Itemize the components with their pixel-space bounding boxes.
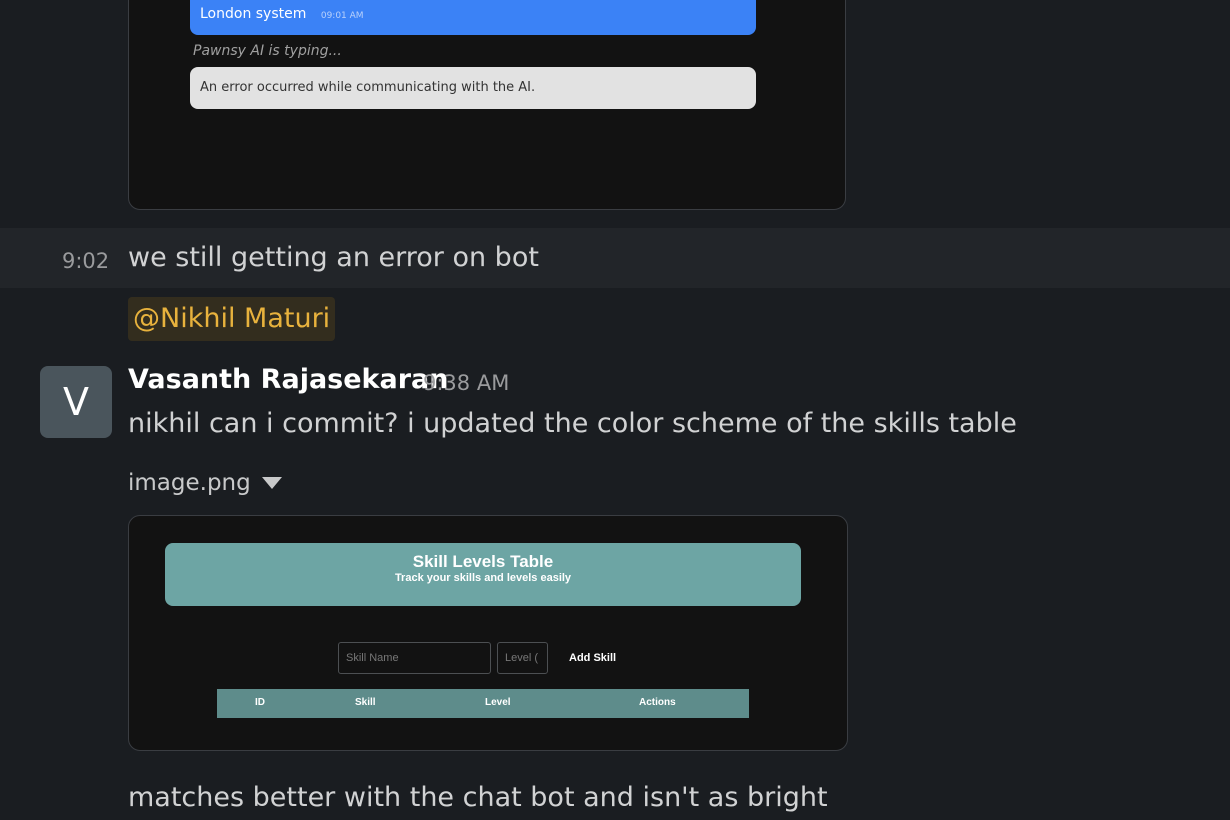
bubble-timestamp: 09:01 AM: [320, 11, 364, 21]
user-mention[interactable]: @Nikhil Maturi: [128, 297, 336, 341]
attachment-image-2[interactable]: Skill Levels Table Track your skills and…: [128, 515, 848, 751]
add-skill-button: Add Skill: [569, 652, 617, 664]
bubble-text: London system: [200, 6, 307, 22]
message-timestamp[interactable]: 9:38 AM: [423, 371, 509, 395]
message-text: we still getting an error on bot: [128, 242, 539, 273]
attachment-filename[interactable]: image.png: [128, 470, 251, 496]
column-header: Level: [485, 697, 511, 708]
message-text: matches better with the chat bot and isn…: [128, 782, 828, 813]
author-name[interactable]: Vasanth Rajasekaran: [128, 364, 448, 395]
avatar[interactable]: V: [40, 366, 112, 438]
attachment-image-1[interactable]: London system 09:01 AM Pawnsy AI is typi…: [128, 0, 846, 210]
error-bubble: An error occurred while communicating wi…: [190, 67, 756, 109]
message-timestamp[interactable]: 9:02: [62, 249, 109, 273]
table-header: ID Skill Level Actions: [217, 689, 749, 718]
skill-name-input: Skill Name: [338, 642, 491, 674]
column-header: Skill: [355, 697, 376, 708]
level-input: Level (: [497, 642, 548, 674]
banner-title: Skill Levels Table: [412, 552, 554, 571]
column-header: Actions: [639, 697, 676, 708]
banner-subtitle: Track your skills and levels easily: [394, 572, 572, 584]
skills-banner: Skill Levels Table Track your skills and…: [165, 543, 801, 606]
chevron-down-icon[interactable]: [262, 477, 282, 489]
column-header: ID: [255, 697, 265, 708]
message-text: nikhil can i commit? i updated the color…: [128, 408, 1017, 439]
typing-indicator: Pawnsy AI is typing...: [193, 43, 342, 59]
user-chat-bubble: London system 09:01 AM: [190, 0, 756, 35]
